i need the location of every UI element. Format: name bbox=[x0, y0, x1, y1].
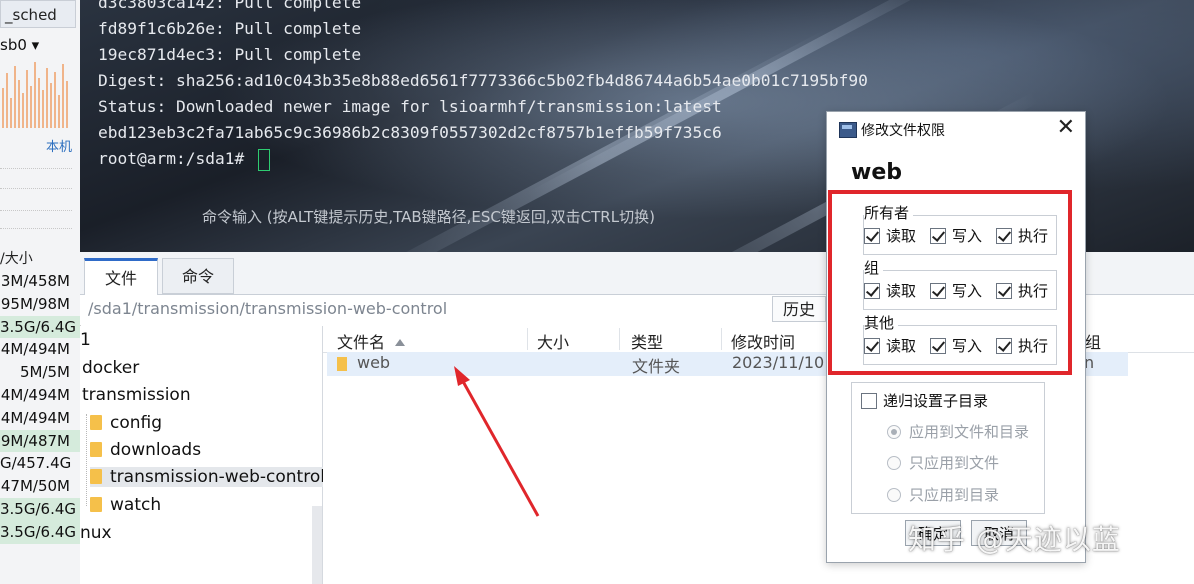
terminal-prompt: root@arm:/sda1# bbox=[98, 149, 254, 168]
column-header-type[interactable]: 类型 bbox=[631, 329, 663, 353]
system-info-panel: _sched sb0 ▾ 本机 /大小 3M/458M 95M/98M 3.5G… bbox=[0, 0, 81, 584]
tree-node-config[interactable]: config bbox=[90, 413, 162, 433]
tree-node-label: downloads bbox=[110, 440, 202, 460]
radio-label: 只应用到目录 bbox=[909, 486, 1000, 504]
radio-apply-files-only[interactable]: 只应用到文件 bbox=[887, 452, 999, 473]
tree-node[interactable]: nux bbox=[80, 523, 112, 543]
terminal-line: 19ec871d4ec3: Pull complete bbox=[98, 45, 362, 64]
radio-apply-files-and-dirs[interactable]: 应用到文件和目录 bbox=[887, 421, 1029, 442]
folder-icon bbox=[337, 357, 347, 371]
path-input[interactable]: /sda1/transmission/transmission-web-cont… bbox=[88, 299, 447, 318]
disk-usage-list: /大小 3M/458M 95M/98M 3.5G/6.4G 4M/494M 5M… bbox=[0, 248, 80, 544]
file-modified-cell: 2023/11/10 bbox=[732, 353, 825, 372]
chevron-down-icon: ▾ bbox=[31, 36, 40, 54]
checkbox-label: 递归设置子目录 bbox=[883, 392, 989, 410]
tree-guide bbox=[86, 414, 87, 506]
column-divider[interactable] bbox=[619, 328, 620, 350]
disk-usage-row: 5M/5M bbox=[19, 363, 70, 382]
disk-usage-row: 95M/98M bbox=[0, 294, 70, 313]
disk-usage-row: G/457.4G bbox=[0, 454, 72, 473]
close-icon[interactable]: ✕ bbox=[1057, 115, 1075, 141]
terminal-line: d3c3803ca142: Pull complete bbox=[98, 0, 362, 12]
disk-usage-row: 9M/487M bbox=[0, 429, 80, 453]
column-header-size[interactable]: 大小 bbox=[537, 329, 569, 353]
disk-usage-row: 4M/494M bbox=[0, 408, 70, 427]
disk-usage-row: 3M/458M bbox=[0, 272, 70, 290]
local-label[interactable]: 本机 bbox=[46, 136, 72, 155]
column-header-name[interactable]: 文件名 bbox=[337, 329, 406, 353]
terminal-line: fd89f1c6b26e: Pull complete bbox=[98, 19, 362, 38]
divider bbox=[0, 168, 72, 169]
dialog-titlebar[interactable]: 修改文件权限 ✕ bbox=[827, 112, 1085, 146]
divider bbox=[0, 210, 72, 211]
folder-icon bbox=[90, 415, 102, 430]
disk-usage-row: 4M/494M bbox=[0, 340, 70, 359]
interface-selector[interactable]: sb0 ▾ bbox=[0, 36, 39, 54]
file-type-cell: 文件夹 bbox=[632, 357, 681, 376]
column-divider[interactable] bbox=[721, 328, 722, 350]
radio-icon bbox=[887, 456, 901, 470]
divider bbox=[0, 228, 72, 229]
tree-node-label: watch bbox=[110, 495, 162, 515]
terminal-line: ebd123eb3c2fa71ab65c9c36986b2c8309f05573… bbox=[98, 123, 722, 142]
tree-node-watch[interactable]: watch bbox=[90, 495, 161, 515]
disk-usage-row: 3.5G/6.4G bbox=[0, 497, 80, 521]
command-input-hint[interactable]: 命令输入 (按ALT键提示历史,TAB键路径,ESC键返回,双击CTRL切换) bbox=[202, 206, 655, 227]
radio-apply-dirs-only[interactable]: 只应用到目录 bbox=[887, 484, 999, 505]
annotation-highlight-box bbox=[828, 190, 1072, 375]
tree-node-downloads[interactable]: downloads bbox=[90, 440, 201, 460]
disk-usage-row: 3.5G/6.4G bbox=[0, 315, 80, 339]
column-divider[interactable] bbox=[527, 328, 528, 350]
tab-commands[interactable]: 命令 bbox=[162, 258, 234, 294]
checkbox-unchecked-icon bbox=[861, 393, 877, 409]
terminal-prompt-line[interactable]: root@arm:/sda1# bbox=[98, 146, 868, 172]
table-row-group-cell[interactable]: n bbox=[1080, 352, 1128, 376]
terminal-line: Status: Downloaded newer image for lsioa… bbox=[98, 97, 722, 116]
disk-usage-row: 3.5G/6.4G bbox=[0, 520, 80, 544]
directory-tree: 1 docker transmission config downloads t… bbox=[80, 326, 331, 584]
radio-label: 应用到文件和目录 bbox=[909, 423, 1030, 441]
tree-node-docker[interactable]: docker bbox=[82, 358, 139, 378]
window-icon bbox=[839, 122, 857, 138]
tree-node-transmission[interactable]: transmission bbox=[82, 385, 191, 405]
column-header-modified[interactable]: 修改时间 bbox=[731, 329, 795, 353]
folder-icon bbox=[90, 497, 102, 512]
column-label: 文件名 bbox=[337, 333, 386, 352]
divider bbox=[0, 188, 72, 189]
interface-name: sb0 bbox=[0, 36, 27, 54]
disk-usage-row: 4M/494M bbox=[0, 385, 70, 404]
file-name-cell: web bbox=[357, 353, 391, 372]
watermark: 知乎 @天迹以蓝 bbox=[908, 523, 1121, 556]
radio-icon bbox=[887, 488, 901, 502]
tree-node[interactable]: 1 bbox=[80, 330, 91, 350]
tab-files[interactable]: 文件 bbox=[84, 258, 158, 296]
target-file-name: web bbox=[851, 160, 902, 185]
size-column-header: /大小 bbox=[0, 251, 33, 267]
tree-scrollbar[interactable] bbox=[312, 506, 322, 584]
terminal-cursor bbox=[257, 148, 270, 171]
annotation-arrow bbox=[454, 366, 540, 517]
terminal-line: Digest: sha256:ad10c043b35e8b88ed6561f77… bbox=[98, 71, 868, 90]
terminal-output: d3c3803ca142: Pull complete fd89f1c6b26e… bbox=[98, 0, 868, 172]
disk-usage-row: 47M/50M bbox=[0, 477, 70, 496]
radio-label: 只应用到文件 bbox=[909, 454, 1000, 472]
history-button[interactable]: 历史 bbox=[772, 296, 826, 322]
sort-ascending-icon bbox=[395, 339, 406, 346]
tree-node-transmission-web-control[interactable]: transmission-web-control bbox=[90, 467, 331, 487]
column-header-group[interactable]: 组 bbox=[1085, 329, 1101, 353]
tree-node-label: transmission-web-control bbox=[110, 467, 325, 487]
folder-icon bbox=[90, 442, 102, 457]
network-traffic-chart bbox=[0, 58, 74, 128]
process-label: _sched bbox=[0, 0, 76, 28]
recursive-checkbox[interactable]: 递归设置子目录 bbox=[861, 390, 988, 411]
dialog-title: 修改文件权限 bbox=[861, 123, 945, 139]
radio-selected-icon bbox=[887, 425, 901, 439]
folder-icon bbox=[90, 469, 102, 484]
tree-node-label: config bbox=[110, 413, 163, 433]
